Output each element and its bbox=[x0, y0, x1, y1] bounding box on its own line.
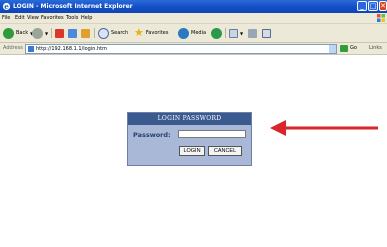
media-label: Media bbox=[191, 30, 207, 36]
svg-text:e: e bbox=[4, 2, 9, 11]
login-button[interactable]: LOGIN bbox=[179, 146, 205, 156]
page-content: LOGIN PASSWORD Password: LOGIN CANCEL bbox=[0, 55, 387, 247]
refresh-button[interactable] bbox=[68, 27, 77, 39]
maximize-button[interactable]: □ bbox=[368, 1, 378, 11]
back-arrow-icon bbox=[3, 27, 14, 39]
edit-icon bbox=[262, 28, 271, 38]
minimize-button[interactable]: _ bbox=[357, 1, 367, 11]
edit-button[interactable] bbox=[262, 27, 271, 39]
mail-button[interactable]: ▼ bbox=[229, 27, 243, 39]
window-title: LOGIN - Microsoft Internet Explorer bbox=[13, 3, 133, 10]
history-icon bbox=[211, 27, 222, 39]
print-icon bbox=[248, 28, 257, 38]
password-label: Password: bbox=[133, 131, 171, 139]
go-arrow-icon[interactable] bbox=[340, 45, 348, 52]
history-button[interactable] bbox=[211, 27, 222, 39]
menu-tools[interactable]: Tools bbox=[66, 13, 78, 23]
favorites-label: Favorites bbox=[145, 30, 169, 36]
menu-file[interactable]: File bbox=[2, 13, 10, 23]
cancel-button[interactable]: CANCEL bbox=[208, 146, 242, 156]
search-icon bbox=[98, 27, 109, 39]
address-bar: Address http://192.168.1.1/login.htm Go … bbox=[0, 43, 387, 55]
red-arrow-annotation bbox=[270, 120, 378, 136]
menu-view[interactable]: View bbox=[27, 13, 39, 23]
ie-logo-icon: e bbox=[2, 2, 11, 11]
links-button[interactable]: Links bbox=[369, 43, 382, 54]
address-url: http://192.168.1.1/login.htm bbox=[36, 46, 107, 52]
print-button[interactable] bbox=[248, 27, 257, 39]
media-button[interactable]: Media bbox=[178, 27, 206, 39]
windows-flag-icon bbox=[377, 14, 385, 22]
back-button[interactable]: Back ▼ bbox=[3, 27, 33, 39]
favorites-button[interactable]: ★ Favorites bbox=[134, 27, 168, 39]
title-bar: e LOGIN - Microsoft Internet Explorer _ … bbox=[0, 0, 387, 13]
login-panel: LOGIN PASSWORD Password: LOGIN CANCEL bbox=[127, 112, 252, 166]
login-header: LOGIN PASSWORD bbox=[128, 113, 251, 125]
toolbar: Back ▼ ▼ Search ★ Favorites Media ▼ bbox=[0, 24, 387, 43]
go-button[interactable]: Go bbox=[350, 43, 357, 54]
refresh-icon bbox=[68, 28, 77, 38]
stop-button[interactable] bbox=[55, 27, 64, 39]
back-label: Back bbox=[16, 30, 29, 36]
address-label: Address bbox=[3, 45, 23, 51]
page-icon bbox=[28, 46, 34, 52]
address-input[interactable]: http://192.168.1.1/login.htm bbox=[25, 44, 337, 54]
menu-favorites[interactable]: Favorites bbox=[41, 13, 64, 23]
password-input[interactable] bbox=[178, 130, 246, 138]
address-dropdown-icon[interactable] bbox=[329, 45, 336, 53]
home-button[interactable] bbox=[81, 27, 90, 39]
media-icon bbox=[178, 27, 189, 39]
home-icon bbox=[81, 28, 90, 38]
close-button[interactable]: ✕ bbox=[379, 1, 387, 11]
menu-bar: File Edit View Favorites Tools Help bbox=[0, 13, 387, 24]
search-label: Search bbox=[111, 30, 129, 36]
mail-icon bbox=[229, 28, 238, 38]
search-button[interactable]: Search bbox=[98, 27, 128, 39]
forward-arrow-icon bbox=[32, 27, 43, 39]
stop-icon bbox=[55, 28, 64, 38]
star-icon: ★ bbox=[134, 26, 144, 39]
menu-edit[interactable]: Edit bbox=[15, 13, 25, 23]
forward-button[interactable]: ▼ bbox=[32, 27, 48, 39]
menu-help[interactable]: Help bbox=[81, 13, 92, 23]
